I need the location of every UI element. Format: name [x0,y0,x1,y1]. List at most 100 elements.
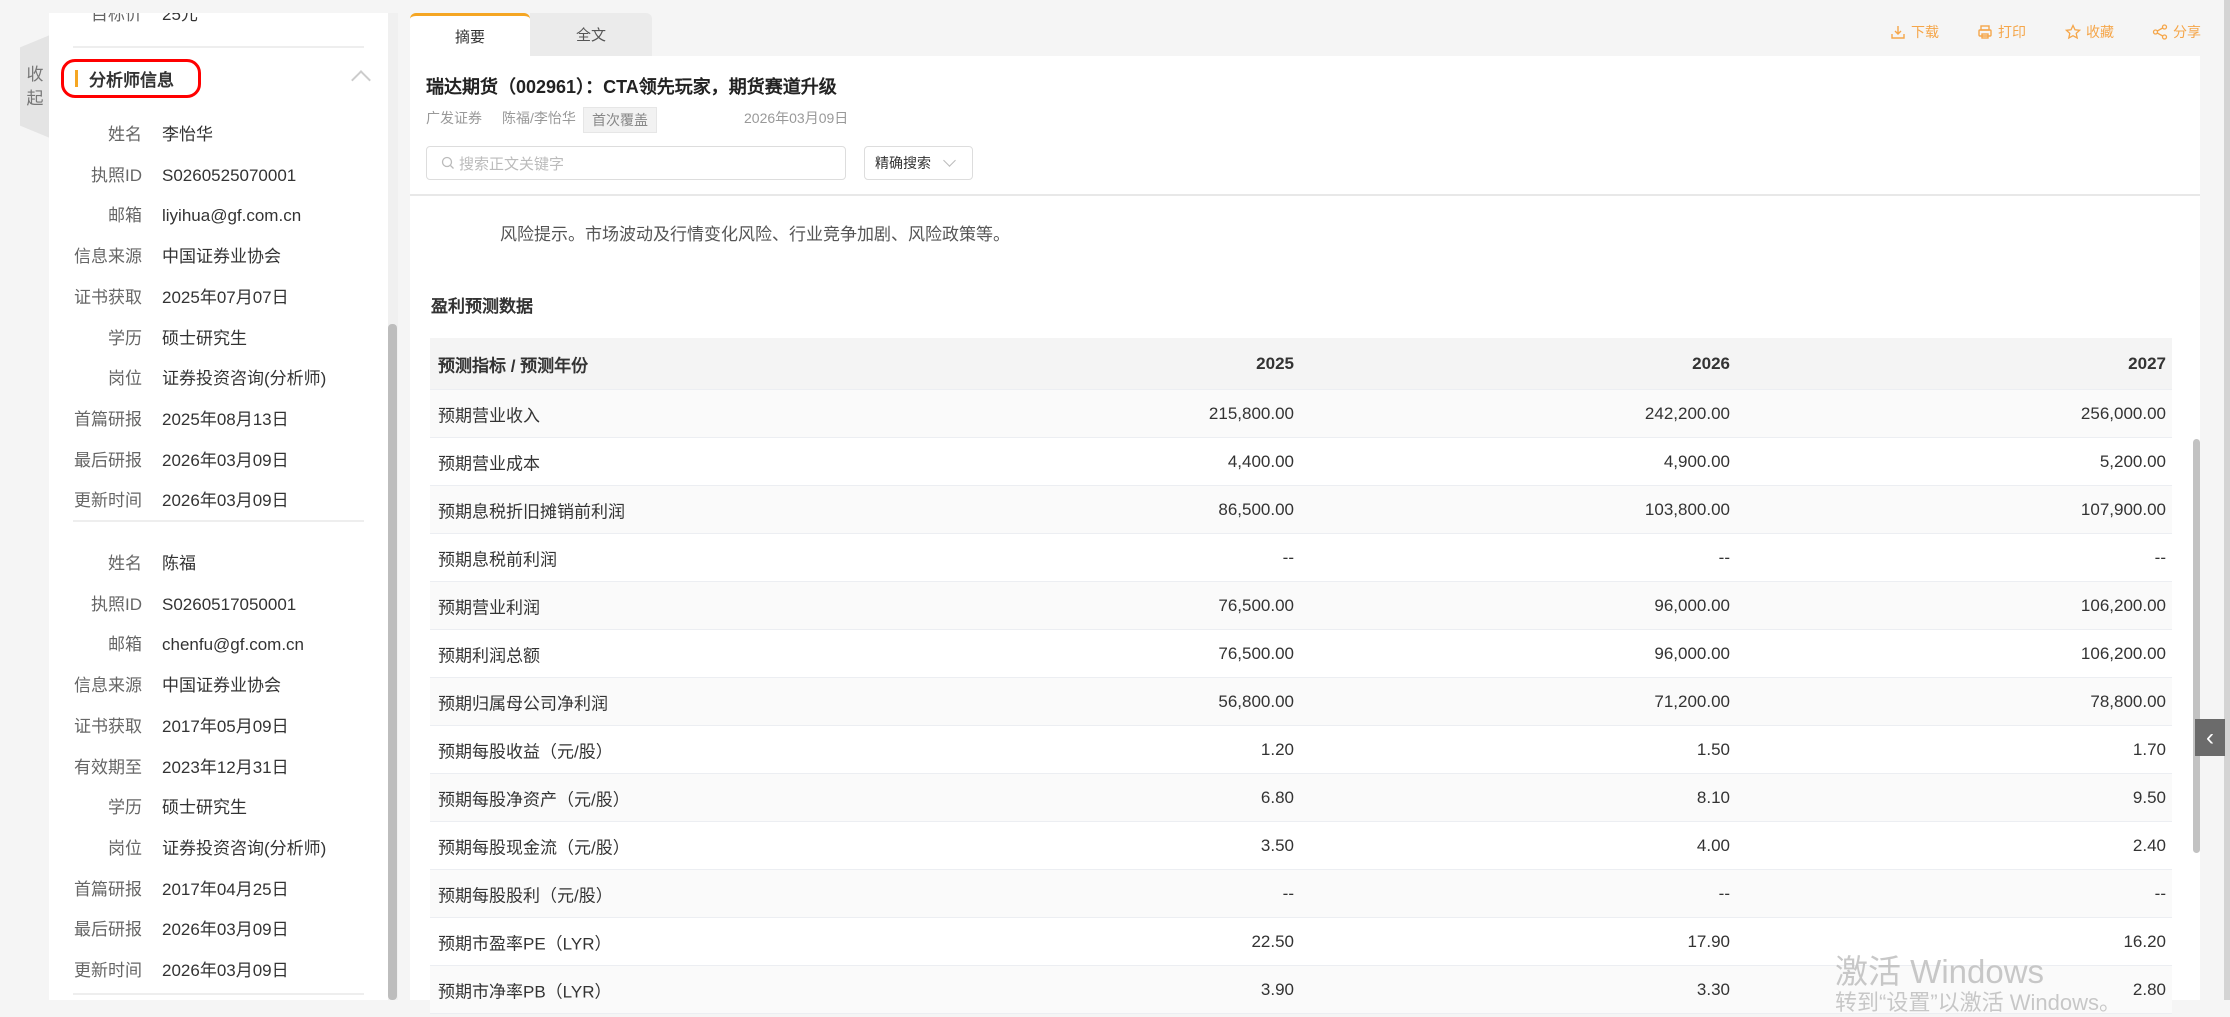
row-value: 2026年03月09日 [162,920,289,940]
table-header: 预测指标 / 预测年份 2025 2026 2027 [430,338,2172,390]
table-cell: -- [2154,883,2166,903]
section-accent-bar [75,70,78,87]
table-cell: 103,800.00 [1644,499,1730,519]
sidebar-scrollbar-thumb[interactable] [388,324,397,1000]
row-value: 2026年03月09日 [162,961,289,980]
table-cell: -- [1282,883,1294,903]
info-row: 证书获取 2025年07月07日 [49,283,388,313]
info-row: 目标价 25元 [49,13,388,30]
table-row: 预期息税前利润 -- -- -- [430,534,2172,582]
row-label: 信息来源 [74,676,142,696]
chevron-left-icon: ‹ [2206,723,2214,751]
tab-fulltext[interactable]: 全文 [530,13,652,56]
risk-text: 风险提示。市场波动及行情变化风险、行业竞争加剧、风险政策等。 [500,225,1010,244]
row-value: 2025年08月13日 [162,409,289,429]
table-cell: 预期营业收入 [438,406,540,425]
info-row: 执照ID S0260517050001 [49,590,388,620]
table-cell: 预期市盈率PE（LYR） [438,934,612,953]
info-row: 信息来源 中国证券业协会 [49,242,388,272]
table-cell: 76,500.00 [1218,643,1294,663]
forecast-table: 预测指标 / 预测年份 2025 2026 2027 预期营业收入 215,800… [430,338,2172,1014]
table-row: 预期每股净资产（元/股） 6.80 8.10 9.50 [430,774,2172,822]
info-row: 有效期至 2023年12月31日 [49,753,388,783]
row-label: 证书获取 [74,716,142,736]
collapse-label: 收起 [26,64,44,108]
row-value: 2026年03月09日 [162,450,289,470]
tab-summary[interactable]: 摘要 [410,13,530,56]
row-label: 学历 [108,328,142,348]
row-label: 姓名 [108,125,142,144]
table-cell: 预期营业利润 [438,598,540,617]
divider [73,993,364,995]
table-cell: 106,200.00 [2080,595,2166,615]
info-row: 最后研报 2026年03月09日 [49,446,388,476]
table-row: 预期息税折旧摊销前利润 86,500.00 103,800.00 107,900.00 [430,486,2172,534]
row-value: chenfu@gf.com.cn [162,635,304,655]
info-row: 执照ID S0260525070001 [49,161,388,191]
table-cell: 预期利润总额 [438,646,540,665]
table-cell: -- [1718,547,1730,567]
info-row: 信息来源 中国证券业协会 [49,671,388,701]
info-row: 岗位 证券投资咨询(分析师) [49,834,388,864]
row-value: 硕士研究生 [162,798,247,818]
content-scrollbar-thumb[interactable] [2193,439,2200,853]
header-cell: 2027 [2128,353,2166,373]
row-label: 首篇研报 [74,879,142,899]
divider [410,194,2200,196]
info-row: 邮箱 chenfu@gf.com.cn [49,630,388,660]
table-cell: 22.50 [1251,931,1294,951]
info-row: 学历 硕士研究生 [49,324,388,354]
table-cell: 71,200.00 [1654,691,1730,711]
table-cell: 1.20 [1260,739,1294,759]
row-value: 李怡华 [162,125,213,144]
report-title: 瑞达期货（002961）：CTA领先玩家，期货赛道升级 [426,77,837,97]
download-button[interactable]: 下载 [1890,22,1939,42]
chevron-up-icon[interactable] [351,70,371,90]
table-cell: 预期息税折旧摊销前利润 [438,502,625,521]
table-cell: 56,800.00 [1218,691,1294,711]
table-cell: -- [1718,883,1730,903]
table-cell: 2.80 [2132,979,2166,999]
row-label: 首篇研报 [74,409,142,429]
collapse-sidebar-button[interactable]: 收起 [20,35,50,138]
table-cell: 预期息税前利润 [438,550,557,569]
favorite-button[interactable]: 收藏 [2065,22,2114,42]
table-row: 预期每股股利（元/股） -- -- -- [430,870,2172,918]
share-icon [2152,24,2168,40]
print-button[interactable]: 打印 [1977,22,2026,42]
table-cell: 4,400.00 [1227,451,1294,471]
table-cell: 预期每股股利（元/股） [438,886,613,905]
table-row: 预期每股收益（元/股） 1.20 1.50 1.70 [430,726,2172,774]
info-row: 姓名 陈福 [49,549,388,579]
table-cell: 107,900.00 [2080,499,2166,519]
search-mode-dropdown[interactable]: 精确搜索 [864,146,973,180]
row-value: 2023年12月31日 [162,757,289,777]
analyst-sidebar: 目标价 25元 分析师信息 姓名 李怡华 执照ID S0260525070001 邮箱 li… [49,13,388,1000]
chevron-down-icon [943,154,956,167]
table-row: 预期每股现金流（元/股） 3.50 4.00 2.40 [430,822,2172,870]
table-cell: 106,200.00 [2080,643,2166,663]
table-cell: 215,800.00 [1208,403,1294,423]
share-button[interactable]: 分享 [2152,22,2201,42]
table-cell: 86,500.00 [1218,499,1294,519]
expand-panel-button[interactable]: ‹ [2195,719,2225,756]
table-title: 盈利预测数据 [431,297,533,316]
header-cell: 2026 [1692,353,1730,373]
download-icon [1891,26,1905,39]
search-mode-value: 精确搜索 [875,155,931,171]
table-row: 预期利润总额 76,500.00 96,000.00 106,200.00 [430,630,2172,678]
row-label: 信息来源 [74,247,142,267]
header-cell: 2025 [1256,353,1294,373]
search-input[interactable]: 搜索正文关键字 [426,146,846,180]
info-row: 邮箱 liyihua@gf.com.cn [49,201,388,231]
search-placeholder: 搜索正文关键字 [459,155,565,173]
info-row: 首篇研报 2017年04月25日 [49,875,388,905]
table-cell: 6.80 [1260,787,1294,807]
table-row: 预期归属母公司净利润 56,800.00 71,200.00 78,800.00 [430,678,2172,726]
table-cell: 256,000.00 [2080,403,2166,423]
table-cell: 2.40 [2132,835,2166,855]
report-date: 2026年03月09日 [744,110,849,126]
row-value: 25元 [162,13,198,24]
row-label: 证书获取 [74,287,142,307]
row-label: 邮箱 [108,206,142,226]
